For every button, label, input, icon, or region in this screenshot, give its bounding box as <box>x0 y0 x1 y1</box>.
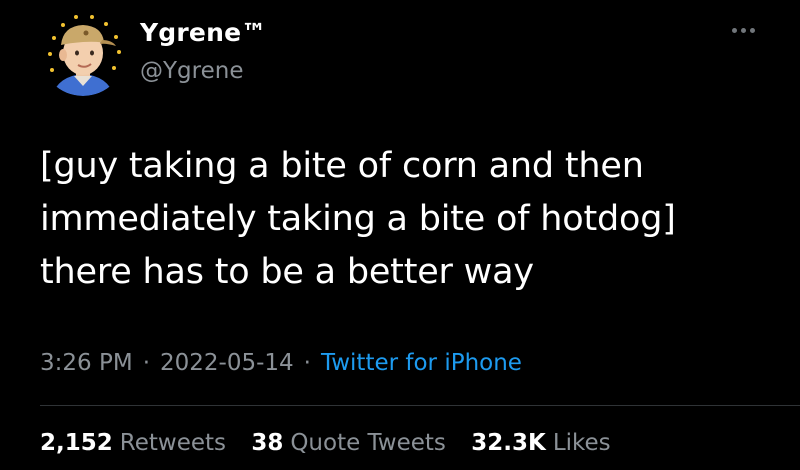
display-name[interactable]: Ygrene™ <box>140 18 266 47</box>
quote-tweets-label: Quote Tweets <box>290 430 446 456</box>
avatar[interactable] <box>40 10 126 96</box>
retweets-label: Retweets <box>119 430 226 456</box>
tweet-card: Ygrene™ @Ygrene [guy taking a bite of co… <box>0 0 800 470</box>
tweet-text: [guy taking a bite of corn and then imme… <box>40 140 770 299</box>
tweet-meta: 3:26 PM · 2022-05-14 · Twitter for iPhone <box>40 350 522 376</box>
retweets-stat[interactable]: 2,152 Retweets <box>40 430 226 456</box>
likes-stat[interactable]: 32.3K Likes <box>471 430 610 456</box>
tweet-source-link[interactable]: Twitter for iPhone <box>321 350 522 376</box>
quote-tweets-stat[interactable]: 38 Quote Tweets <box>251 430 446 456</box>
tweet-time[interactable]: 3:26 PM <box>40 350 133 376</box>
meta-separator: · <box>142 350 150 376</box>
tweet-text-line: [guy taking a bite of corn and then <box>40 146 644 186</box>
tweet-text-line: there has to be a better way <box>40 252 534 292</box>
divider <box>40 405 800 406</box>
tweet-date[interactable]: 2022-05-14 <box>160 350 294 376</box>
more-options-icon[interactable] <box>726 20 760 40</box>
likes-label: Likes <box>552 430 611 456</box>
meta-separator: · <box>303 350 311 376</box>
avatar-image <box>40 10 126 96</box>
dot <box>731 27 737 33</box>
quote-tweets-count: 38 <box>251 430 284 456</box>
engagement-stats: 2,152 Retweets 38 Quote Tweets 32.3K Likes <box>40 430 611 456</box>
user-handle[interactable]: @Ygrene <box>140 58 243 84</box>
tweet-text-line: immediately taking a bite of hotdog] <box>40 199 676 239</box>
dot <box>740 27 746 33</box>
dot <box>749 27 755 33</box>
retweets-count: 2,152 <box>40 430 113 456</box>
likes-count: 32.3K <box>471 430 546 456</box>
